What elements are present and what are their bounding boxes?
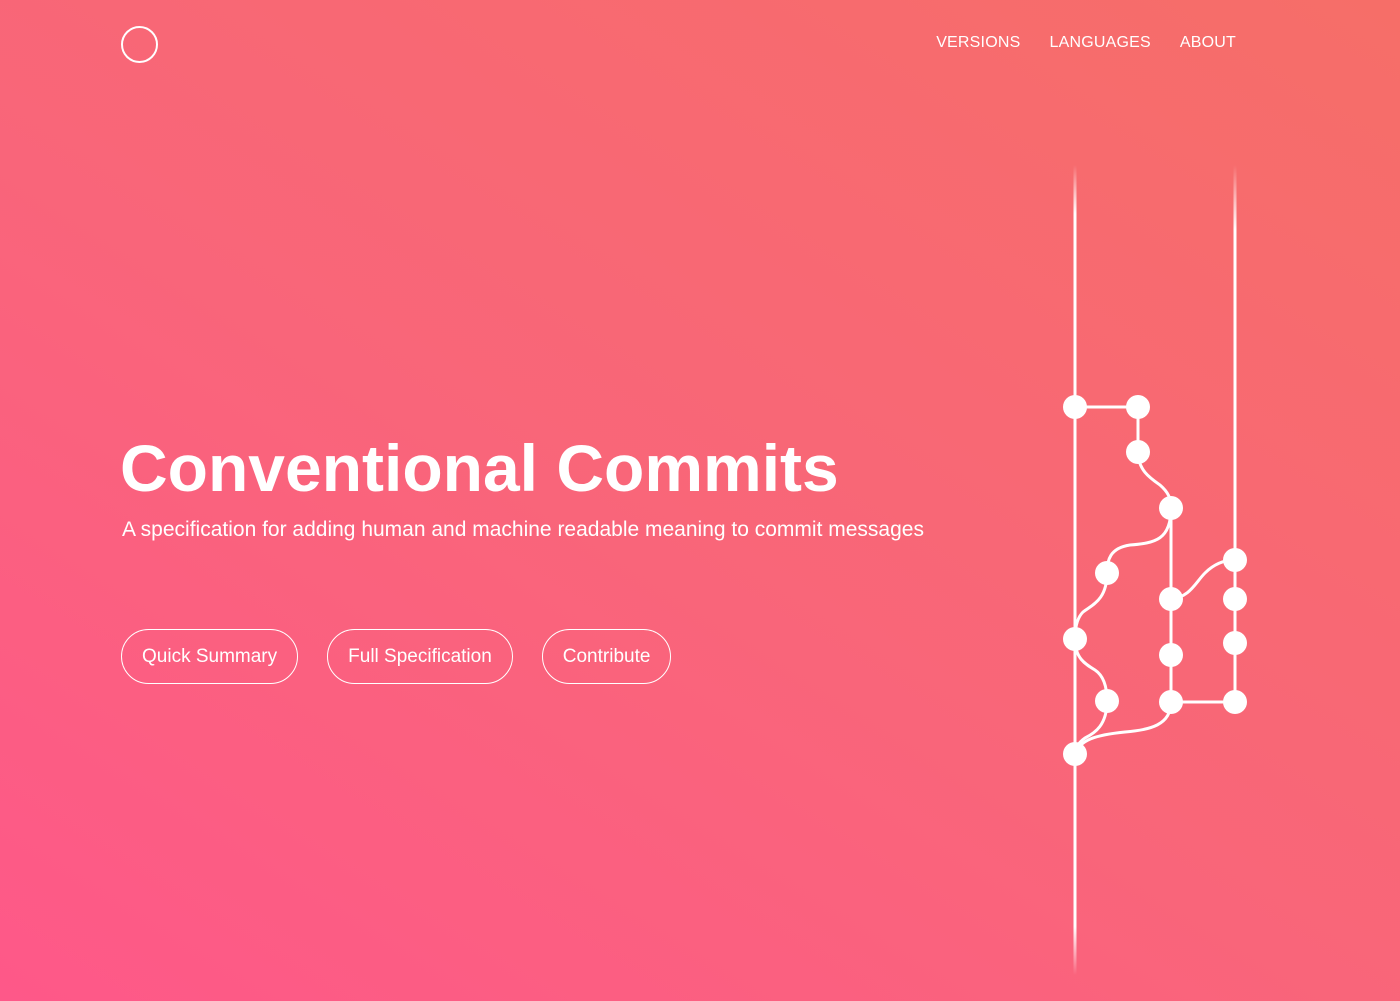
commit-node — [1126, 440, 1150, 464]
commit-node — [1159, 690, 1183, 714]
branch-merge-path — [1073, 700, 1173, 756]
branch-split-path — [1073, 506, 1173, 641]
branch-feature-path — [1073, 405, 1173, 704]
commit-node — [1063, 395, 1087, 419]
commit-node — [1159, 643, 1183, 667]
branch-main-line — [1073, 165, 1077, 975]
branch-right-line — [1233, 165, 1237, 705]
commit-node — [1095, 689, 1119, 713]
commit-node — [1223, 587, 1247, 611]
commit-node — [1223, 631, 1247, 655]
commit-node — [1095, 561, 1119, 585]
commit-node — [1063, 742, 1087, 766]
commit-node — [1223, 548, 1247, 572]
commit-node — [1159, 496, 1183, 520]
commit-node — [1223, 690, 1247, 714]
git-branch-graph-icon — [1063, 165, 1247, 975]
commit-node — [1126, 395, 1150, 419]
commit-node — [1063, 627, 1087, 651]
commit-node — [1159, 587, 1183, 611]
